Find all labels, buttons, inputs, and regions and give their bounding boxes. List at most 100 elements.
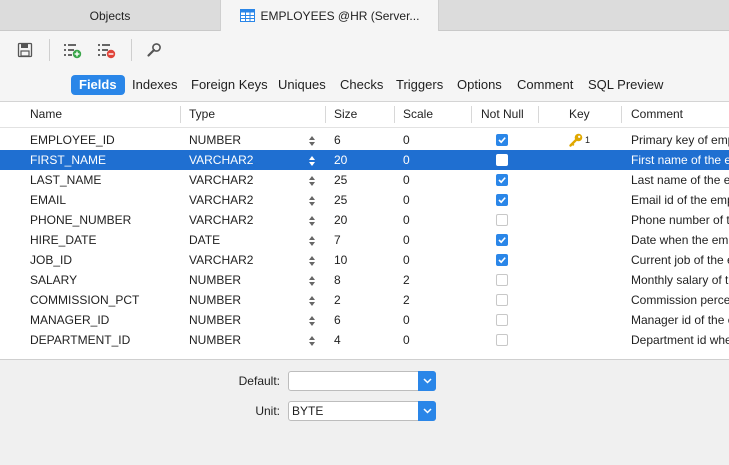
save-button[interactable]	[15, 40, 35, 60]
type-stepper-icon[interactable]	[309, 315, 315, 326]
field-size-cell[interactable]: 25	[334, 190, 389, 210]
type-stepper-icon[interactable]	[309, 155, 315, 166]
field-size-cell[interactable]: 6	[334, 130, 389, 150]
primary-key-button[interactable]	[144, 40, 164, 60]
table-row[interactable]: SALARY NUMBER 8 2 Monthly salary of th	[0, 270, 729, 290]
field-type-cell[interactable]: NUMBER	[189, 290, 299, 310]
field-comment-cell[interactable]: First name of the er	[631, 150, 729, 170]
field-size-cell[interactable]: 6	[334, 310, 389, 330]
type-stepper-icon[interactable]	[309, 135, 315, 146]
field-size-cell[interactable]: 2	[334, 290, 389, 310]
field-name-cell[interactable]: EMPLOYEE_ID	[30, 130, 178, 150]
not-null-checkbox[interactable]	[496, 294, 508, 306]
field-comment-cell[interactable]: Manager id of the e	[631, 310, 729, 330]
column-header-scale[interactable]: Scale	[403, 102, 433, 127]
not-null-checkbox[interactable]	[496, 154, 508, 166]
chevron-down-icon[interactable]	[418, 401, 436, 421]
table-row[interactable]: DEPARTMENT_ID NUMBER 4 0 Department id whe	[0, 330, 729, 350]
field-scale-cell[interactable]: 0	[403, 150, 463, 170]
table-row[interactable]: HIRE_DATE DATE 7 0 Date when the emp	[0, 230, 729, 250]
not-null-checkbox[interactable]	[496, 214, 508, 226]
field-size-cell[interactable]: 25	[334, 170, 389, 190]
field-scale-cell[interactable]: 0	[403, 130, 463, 150]
field-name-cell[interactable]: SALARY	[30, 270, 178, 290]
field-scale-cell[interactable]: 0	[403, 170, 463, 190]
table-row[interactable]: EMAIL VARCHAR2 25 0 Email id of the emp	[0, 190, 729, 210]
field-size-cell[interactable]: 20	[334, 150, 389, 170]
type-stepper-icon[interactable]	[309, 215, 315, 226]
field-size-cell[interactable]: 10	[334, 250, 389, 270]
table-row[interactable]: PHONE_NUMBER VARCHAR2 20 0 Phone number of t…	[0, 210, 729, 230]
column-header-key[interactable]: Key	[569, 102, 590, 127]
add-field-button[interactable]	[62, 40, 82, 60]
unit-combo[interactable]: BYTE	[288, 401, 436, 421]
tab-options[interactable]: Options	[449, 75, 510, 95]
tab-indexes[interactable]: Indexes	[124, 75, 186, 95]
field-scale-cell[interactable]: 0	[403, 310, 463, 330]
not-null-checkbox[interactable]	[496, 234, 508, 246]
field-type-cell[interactable]: NUMBER	[189, 270, 299, 290]
type-stepper-icon[interactable]	[309, 275, 315, 286]
chevron-down-icon[interactable]	[418, 371, 436, 391]
tab-employees-table[interactable]: EMPLOYEES @HR (Server...	[220, 0, 439, 31]
type-stepper-icon[interactable]	[309, 175, 315, 186]
field-size-cell[interactable]: 20	[334, 210, 389, 230]
not-null-checkbox[interactable]	[496, 334, 508, 346]
tab-objects[interactable]: Objects	[0, 0, 220, 31]
column-header-type[interactable]: Type	[189, 102, 215, 127]
column-header-size[interactable]: Size	[334, 102, 357, 127]
field-comment-cell[interactable]: Monthly salary of th	[631, 270, 729, 290]
not-null-checkbox[interactable]	[496, 174, 508, 186]
field-comment-cell[interactable]: Primary key of emp	[631, 130, 729, 150]
field-comment-cell[interactable]: Date when the emp	[631, 230, 729, 250]
field-type-cell[interactable]: NUMBER	[189, 130, 299, 150]
field-name-cell[interactable]: LAST_NAME	[30, 170, 178, 190]
field-comment-cell[interactable]: Department id whe	[631, 330, 729, 350]
field-scale-cell[interactable]: 0	[403, 210, 463, 230]
column-header-name[interactable]: Name	[30, 102, 62, 127]
field-scale-cell[interactable]: 0	[403, 330, 463, 350]
field-type-cell[interactable]: VARCHAR2	[189, 210, 299, 230]
field-name-cell[interactable]: HIRE_DATE	[30, 230, 178, 250]
field-type-cell[interactable]: VARCHAR2	[189, 150, 299, 170]
field-scale-cell[interactable]: 2	[403, 270, 463, 290]
not-null-checkbox[interactable]	[496, 134, 508, 146]
field-name-cell[interactable]: FIRST_NAME	[30, 150, 178, 170]
type-stepper-icon[interactable]	[309, 295, 315, 306]
table-row[interactable]: LAST_NAME VARCHAR2 25 0 Last name of the er	[0, 170, 729, 190]
field-type-cell[interactable]: NUMBER	[189, 310, 299, 330]
field-scale-cell[interactable]: 0	[403, 230, 463, 250]
column-header-comment[interactable]: Comment	[631, 102, 683, 127]
tab-sql-preview[interactable]: SQL Preview	[580, 75, 671, 95]
field-name-cell[interactable]: JOB_ID	[30, 250, 178, 270]
tab-foreign-keys[interactable]: Foreign Keys	[183, 75, 276, 95]
not-null-checkbox[interactable]	[496, 274, 508, 286]
not-null-checkbox[interactable]	[496, 314, 508, 326]
field-size-cell[interactable]: 4	[334, 330, 389, 350]
tab-triggers[interactable]: Triggers	[388, 75, 451, 95]
not-null-checkbox[interactable]	[496, 254, 508, 266]
tab-comment[interactable]: Comment	[509, 75, 581, 95]
field-name-cell[interactable]: MANAGER_ID	[30, 310, 178, 330]
field-comment-cell[interactable]: Current job of the e	[631, 250, 729, 270]
field-scale-cell[interactable]: 2	[403, 290, 463, 310]
delete-field-button[interactable]	[96, 40, 116, 60]
column-header-not-null[interactable]: Not Null	[481, 102, 524, 127]
type-stepper-icon[interactable]	[309, 195, 315, 206]
table-row[interactable]: FIRST_NAME VARCHAR2 20 0 First name of the e…	[0, 150, 729, 170]
default-combo[interactable]	[288, 371, 436, 391]
field-size-cell[interactable]: 7	[334, 230, 389, 250]
table-row[interactable]: EMPLOYEE_ID NUMBER 6 0 1 Primary key of emp	[0, 130, 729, 150]
field-name-cell[interactable]: COMMISSION_PCT	[30, 290, 178, 310]
field-comment-cell[interactable]: Phone number of th	[631, 210, 729, 230]
type-stepper-icon[interactable]	[309, 235, 315, 246]
field-type-cell[interactable]: NUMBER	[189, 330, 299, 350]
field-name-cell[interactable]: PHONE_NUMBER	[30, 210, 178, 230]
field-comment-cell[interactable]: Email id of the emp	[631, 190, 729, 210]
field-scale-cell[interactable]: 0	[403, 190, 463, 210]
field-type-cell[interactable]: VARCHAR2	[189, 190, 299, 210]
not-null-checkbox[interactable]	[496, 194, 508, 206]
field-size-cell[interactable]: 8	[334, 270, 389, 290]
table-row[interactable]: JOB_ID VARCHAR2 10 0 Current job of the e	[0, 250, 729, 270]
tab-uniques[interactable]: Uniques	[270, 75, 334, 95]
